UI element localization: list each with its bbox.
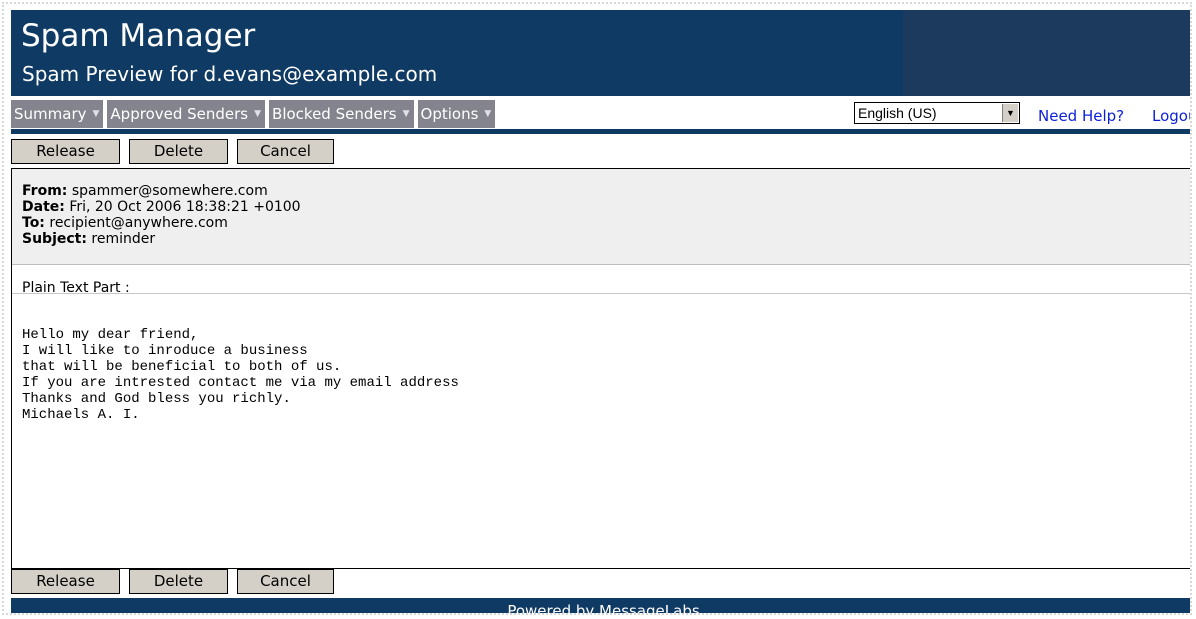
footer: Powered by MessageLabs [11, 598, 1190, 613]
nav-item-label: Blocked Senders [272, 105, 397, 123]
from-line: From: spammer@somewhere.com [22, 183, 268, 199]
top-action-bar: Release Delete Cancel [11, 139, 343, 164]
chevron-down-icon: ▼ [92, 109, 100, 119]
message-headers: From: spammer@somewhere.com Date: Fri, 2… [12, 169, 1190, 265]
cancel-button[interactable]: Cancel [237, 139, 334, 164]
page-frame: Spam Manager Spam Preview for d.evans@ex… [2, 2, 1192, 615]
app-title: Spam Manager [21, 18, 256, 54]
from-value: spammer@somewhere.com [71, 183, 268, 199]
nav-item-approved-senders[interactable]: Approved Senders ▼ [107, 100, 266, 128]
language-select[interactable]: English (US) ▼ [854, 102, 1020, 124]
subject-line: Subject: reminder [22, 231, 155, 247]
nav-item-label: Summary [14, 105, 87, 123]
nav-item-summary[interactable]: Summary ▼ [11, 100, 104, 128]
date-value: Fri, 20 Oct 2006 18:38:21 +0100 [69, 199, 301, 215]
chevron-down-icon: ▼ [484, 109, 492, 119]
to-line: To: recipient@anywhere.com [22, 215, 228, 231]
nav-item-label: Options [420, 105, 479, 123]
nav-item-blocked-senders[interactable]: Blocked Senders ▼ [269, 100, 414, 128]
language-select-value: English (US) [858, 105, 937, 121]
subject-value: reminder [91, 231, 156, 247]
cancel-button[interactable]: Cancel [237, 569, 334, 594]
release-button[interactable]: Release [11, 139, 120, 164]
bottom-action-bar: Release Delete Cancel [11, 569, 343, 594]
part-divider [12, 293, 1190, 294]
help-link[interactable]: Need Help? [1038, 107, 1124, 125]
header-accent [903, 10, 1190, 96]
to-label: To: [22, 215, 45, 231]
delete-button[interactable]: Delete [129, 139, 228, 164]
spam-manager-app: Spam Manager Spam Preview for d.evans@ex… [11, 10, 1190, 613]
nav-divider [11, 129, 1190, 134]
app-header: Spam Manager Spam Preview for d.evans@ex… [11, 10, 1190, 96]
dropdown-arrow-icon[interactable]: ▼ [1002, 104, 1018, 122]
subject-label: Subject: [22, 231, 87, 247]
logout-link[interactable]: Logout [1152, 107, 1190, 125]
nav-item-options[interactable]: Options ▼ [417, 100, 496, 128]
from-label: From: [22, 183, 68, 199]
chevron-down-icon: ▼ [254, 109, 262, 119]
message-body: Hello my dear friend, I will like to inr… [22, 327, 459, 423]
release-button[interactable]: Release [11, 569, 120, 594]
chevron-down-icon: ▼ [402, 109, 410, 119]
delete-button[interactable]: Delete [129, 569, 228, 594]
to-value: recipient@anywhere.com [49, 215, 228, 231]
nav-menu: Summary ▼ Approved Senders ▼ Blocked Sen… [11, 100, 499, 128]
message-preview: From: spammer@somewhere.com Date: Fri, 2… [11, 168, 1190, 569]
date-line: Date: Fri, 20 Oct 2006 18:38:21 +0100 [22, 199, 301, 215]
date-label: Date: [22, 199, 65, 215]
page-subtitle: Spam Preview for d.evans@example.com [22, 62, 438, 86]
nav-item-label: Approved Senders [110, 105, 249, 123]
